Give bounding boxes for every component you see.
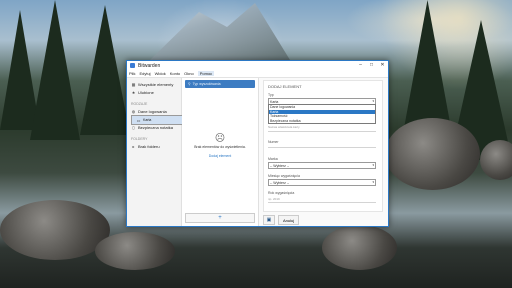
chevron-down-icon: ▾ bbox=[372, 99, 374, 103]
types-header: Rodzaje bbox=[131, 102, 148, 106]
title-bar[interactable]: Bitwarden – □ ✕ bbox=[127, 61, 388, 70]
add-item-link[interactable]: Dodaj element bbox=[182, 154, 258, 158]
star-icon: ★ bbox=[131, 89, 136, 95]
sidebar-item-label: Brak folderu bbox=[138, 143, 160, 149]
brand-select-value: -- Wybierz -- bbox=[270, 163, 290, 168]
search-icon: ⚲ bbox=[188, 82, 191, 86]
section-title: Dodaj element bbox=[268, 84, 302, 89]
rock-image bbox=[95, 232, 175, 270]
globe-icon: ◍ bbox=[131, 108, 136, 114]
bitwarden-window: Bitwarden – □ ✕ Plik Edytuj Widok Konto … bbox=[126, 60, 389, 227]
rock-image bbox=[480, 140, 512, 180]
sidebar: ▦ Wszystkie elementy ★ Ulubione Rodzaje … bbox=[127, 78, 382, 226]
search-placeholder: Typ wyszukiwania bbox=[192, 82, 221, 86]
maximize-button[interactable]: □ bbox=[366, 61, 377, 70]
minimize-button[interactable]: – bbox=[355, 61, 366, 70]
number-label: Numer bbox=[268, 140, 279, 144]
sidebar-item-label: Ulubione bbox=[138, 89, 154, 95]
sidebar-item-label: Bezpieczna notatka bbox=[138, 124, 173, 130]
folder-icon: ▸ bbox=[132, 143, 135, 149]
sad-face-icon: ☹ bbox=[214, 133, 226, 144]
sidebar-item-label: Dane logowania bbox=[138, 108, 167, 114]
menu-view[interactable]: Widok bbox=[155, 71, 166, 76]
sidebar-item-label: Karta bbox=[143, 118, 152, 122]
rock-image bbox=[0, 200, 110, 260]
exp-year-hint: np. 2019 bbox=[268, 197, 280, 201]
tree-image bbox=[30, 0, 80, 140]
window-title: Bitwarden bbox=[138, 62, 161, 69]
search-input[interactable]: ⚲ Typ wyszukiwania bbox=[185, 80, 255, 88]
brand-label: Marka bbox=[268, 157, 278, 161]
type-option[interactable]: Bezpieczna notatka bbox=[269, 119, 375, 124]
rock-image bbox=[385, 118, 480, 190]
close-button[interactable]: ✕ bbox=[377, 61, 388, 70]
tree-image bbox=[80, 5, 130, 135]
menu-bar: Plik Edytuj Widok Konto Okno Pomoc bbox=[127, 70, 388, 78]
cardholder-hint: Nazwa właściciela karty bbox=[268, 125, 300, 129]
save-button[interactable]: ▣ bbox=[263, 215, 275, 225]
exp-year-field[interactable] bbox=[268, 202, 376, 203]
sidebar-item-favorites[interactable]: ★ Ulubione bbox=[127, 88, 181, 96]
type-label: Typ bbox=[268, 93, 274, 97]
cancel-button[interactable]: Anuluj bbox=[278, 215, 300, 225]
menu-account[interactable]: Konto bbox=[170, 71, 180, 76]
menu-file[interactable]: Plik bbox=[129, 71, 135, 76]
empty-text: Brak elementów do wyświetlenia. bbox=[194, 145, 246, 149]
sidebar-item-no-folder[interactable]: ▸ Brak folderu bbox=[127, 142, 181, 150]
card-icon: ▭ bbox=[136, 117, 141, 123]
mountain-image bbox=[150, 3, 290, 60]
add-item-form: Dodaj element Typ Karta ▾ Dane logowania… bbox=[263, 80, 383, 212]
grid-icon: ▦ bbox=[131, 81, 136, 87]
items-list: ⚲ Typ wyszukiwania ☹ Brak elementów do w… bbox=[182, 78, 259, 226]
brand-select[interactable]: -- Wybierz -- ▾ bbox=[268, 162, 376, 169]
exp-month-label: Miesiąc wygaśnięcia bbox=[268, 174, 300, 178]
edit-pane: Dodaj element Typ Karta ▾ Dane logowania… bbox=[259, 78, 388, 226]
empty-state: ☹ Brak elementów do wyświetlenia. Dodaj … bbox=[182, 133, 258, 158]
chevron-down-icon: ▾ bbox=[372, 180, 374, 184]
sidebar-item-logins[interactable]: ◍ Dane logowania bbox=[127, 107, 181, 115]
sidebar-item-label: Wszystkie elementy bbox=[138, 81, 174, 87]
edit-footer: ▣ Anuluj bbox=[263, 215, 300, 225]
menu-edit[interactable]: Edytuj bbox=[139, 71, 150, 76]
note-icon: ▯ bbox=[132, 124, 135, 130]
type-dropdown: Dane logowania Karta Tożsamość Bezpieczn… bbox=[268, 104, 376, 124]
exp-month-select[interactable]: -- Wybierz -- ▾ bbox=[268, 179, 376, 186]
number-field[interactable] bbox=[268, 147, 376, 148]
tree-image bbox=[0, 10, 40, 130]
exp-year-label: Rok wygaśnięcia bbox=[268, 191, 295, 195]
rock-image bbox=[322, 225, 397, 270]
chevron-down-icon: ▾ bbox=[372, 163, 374, 167]
app-shield-icon bbox=[130, 63, 135, 68]
save-icon: ▣ bbox=[266, 217, 272, 223]
type-select-value: Karta bbox=[270, 99, 279, 104]
folders-header: Foldery bbox=[131, 137, 148, 141]
add-item-button[interactable]: + bbox=[185, 213, 255, 223]
menu-help[interactable]: Pomoc bbox=[197, 71, 215, 76]
cardholder-field[interactable] bbox=[268, 131, 376, 132]
exp-month-select-value: -- Wybierz -- bbox=[270, 180, 290, 185]
sidebar-item-all-items[interactable]: ▦ Wszystkie elementy bbox=[127, 80, 181, 88]
menu-window[interactable]: Okno bbox=[184, 71, 194, 76]
